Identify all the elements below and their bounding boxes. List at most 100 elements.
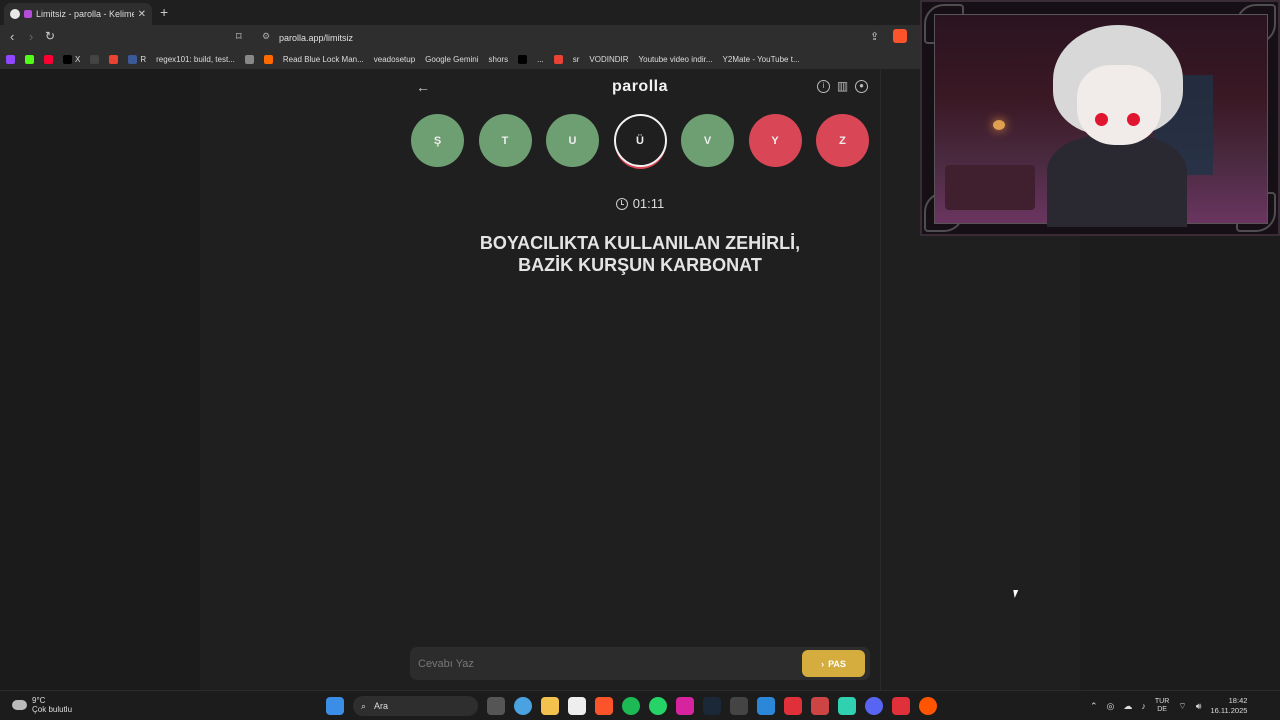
bookmark-favicon-icon: [128, 55, 138, 64]
taskbar-search[interactable]: ⌕ Ara: [353, 696, 478, 716]
letter-6: Z: [816, 114, 869, 167]
bookmark-label: Read Blue Lock Man...: [282, 55, 364, 64]
language-primary: TUR: [1154, 698, 1170, 705]
avatar-scene: [934, 14, 1268, 227]
bookmark-item[interactable]: Google Gemini: [425, 55, 478, 64]
bookmark-item[interactable]: [90, 55, 100, 64]
chevron-up-icon[interactable]: ⌃: [1090, 701, 1098, 712]
bookmark-item[interactable]: Read Blue Lock Man...: [283, 55, 364, 64]
start-icon[interactable]: [326, 697, 344, 715]
pass-button[interactable]: › PAS: [802, 650, 865, 677]
app-icon[interactable]: [838, 697, 856, 715]
bookmark-item[interactable]: sr: [573, 55, 580, 64]
divider: [880, 69, 881, 690]
bookmark-item[interactable]: shors: [489, 55, 509, 64]
volume-icon[interactable]: 🔊︎: [1196, 701, 1202, 712]
bookmark-item[interactable]: [25, 55, 34, 64]
wifi-icon[interactable]: ⌔: [1178, 701, 1186, 712]
bookmark-item[interactable]: [6, 55, 15, 64]
whatsapp-icon[interactable]: [649, 697, 667, 715]
share-icon[interactable]: ⇪: [870, 30, 879, 43]
timer-value: 01:11: [632, 196, 665, 211]
search-label: Ara: [374, 701, 389, 711]
instagram-icon[interactable]: [676, 697, 694, 715]
bed-decoration: [945, 165, 1035, 210]
favicon-icon: [10, 9, 20, 19]
letter-3: Ü: [613, 114, 667, 167]
answer-box: › PAS: [410, 647, 870, 680]
app-icon[interactable]: [811, 697, 829, 715]
bookmark-item[interactable]: [518, 55, 528, 64]
letter-4: V: [681, 114, 734, 167]
brave-icon[interactable]: [595, 697, 613, 715]
bookmark-item[interactable]: veadosetup: [374, 55, 415, 64]
language-indicator[interactable]: TUR DE: [1155, 698, 1169, 714]
brave-shield-icon[interactable]: [893, 29, 907, 43]
bookmark-item[interactable]: [109, 55, 119, 64]
bookmark-label: ...: [537, 55, 544, 64]
bookmark-item[interactable]: ...: [537, 55, 544, 64]
bookmark-label: regex101: build, test...: [156, 55, 235, 64]
search-icon: ⌕: [361, 700, 367, 711]
bookmark-label: Youtube video indir...: [638, 55, 713, 64]
clock-time: 18:42: [1228, 696, 1248, 705]
bookmark-item[interactable]: R: [128, 55, 146, 64]
discord-icon[interactable]: [865, 697, 883, 715]
reload-icon[interactable]: ↻: [45, 29, 55, 43]
copilot-icon[interactable]: [514, 697, 532, 715]
bookmark-favicon-icon: [63, 55, 72, 64]
clock-date: 16.11.2025: [1210, 706, 1248, 715]
task-view-icon[interactable]: [487, 697, 505, 715]
system-clock[interactable]: 18:42 16.11.2025: [1210, 696, 1247, 716]
cloud-tray-icon[interactable]: ☁: [1123, 701, 1132, 712]
answer-input[interactable]: [418, 655, 788, 672]
store-icon[interactable]: [568, 697, 586, 715]
app-icon[interactable]: [892, 697, 910, 715]
back-icon[interactable]: ‹: [10, 29, 14, 44]
avatar-face: [1077, 65, 1161, 145]
new-tab-button[interactable]: +: [160, 4, 168, 20]
side-area: [1081, 236, 1280, 690]
bookmark-icon[interactable]: ⌑: [236, 30, 242, 43]
file-explorer-icon[interactable]: [541, 697, 559, 715]
bookmark-item[interactable]: [44, 55, 53, 64]
tab-title: Limitsiz - parolla - Kelime oyu: [36, 9, 134, 19]
network-icon[interactable]: ◎: [1107, 701, 1115, 712]
microphone-icon[interactable]: ♪: [1141, 701, 1146, 711]
language-secondary: DE: [1157, 706, 1167, 713]
letter-2: U: [546, 114, 599, 167]
bookmark-label: veadosetup: [373, 55, 416, 64]
bookmark-item[interactable]: X: [63, 55, 80, 64]
bookmark-label: VODINDIR: [589, 55, 629, 64]
site-settings-icon[interactable]: ⚙: [262, 31, 270, 42]
app-icon[interactable]: [784, 697, 802, 715]
clock-icon: [615, 197, 628, 210]
steam-icon[interactable]: [703, 697, 721, 715]
bookmark-item[interactable]: [244, 55, 254, 64]
close-tab-icon[interactable]: ✕: [138, 9, 146, 20]
tab-badge-icon: [24, 10, 32, 18]
weather-widget[interactable]: 9°C Çok bulutlu: [12, 696, 72, 714]
bookmark-item[interactable]: Youtube video indir...: [639, 55, 713, 64]
bookmark-item[interactable]: [263, 55, 273, 64]
info-icon[interactable]: i: [817, 80, 830, 93]
bookmark-label: Y2Mate - YouTube t...: [722, 55, 800, 64]
bookmark-item[interactable]: regex101: build, test...: [156, 55, 235, 64]
bookmark-item[interactable]: Y2Mate - YouTube t...: [723, 55, 800, 64]
browser-tab[interactable]: Limitsiz - parolla - Kelime oyu ✕: [4, 3, 152, 25]
app-icon[interactable]: [757, 697, 775, 715]
app-logo[interactable]: parolla: [410, 78, 870, 96]
bookmark-favicon-icon: [44, 55, 53, 64]
bookmark-item[interactable]: [553, 55, 563, 64]
avatar-body: [1047, 135, 1187, 227]
bookmark-item[interactable]: VODINDIR: [589, 55, 628, 64]
stats-icon[interactable]: ▥: [836, 80, 849, 93]
forward-icon[interactable]: ›: [29, 29, 33, 44]
spotify-icon[interactable]: [622, 697, 640, 715]
url-text: parolla.app/limitsiz: [279, 32, 354, 43]
user-icon[interactable]: ●: [855, 80, 868, 93]
obs-icon[interactable]: [730, 697, 748, 715]
app-icon[interactable]: [919, 697, 937, 715]
address-bar[interactable]: parolla.app/limitsiz: [255, 28, 915, 47]
bookmark-favicon-icon: [90, 55, 100, 64]
